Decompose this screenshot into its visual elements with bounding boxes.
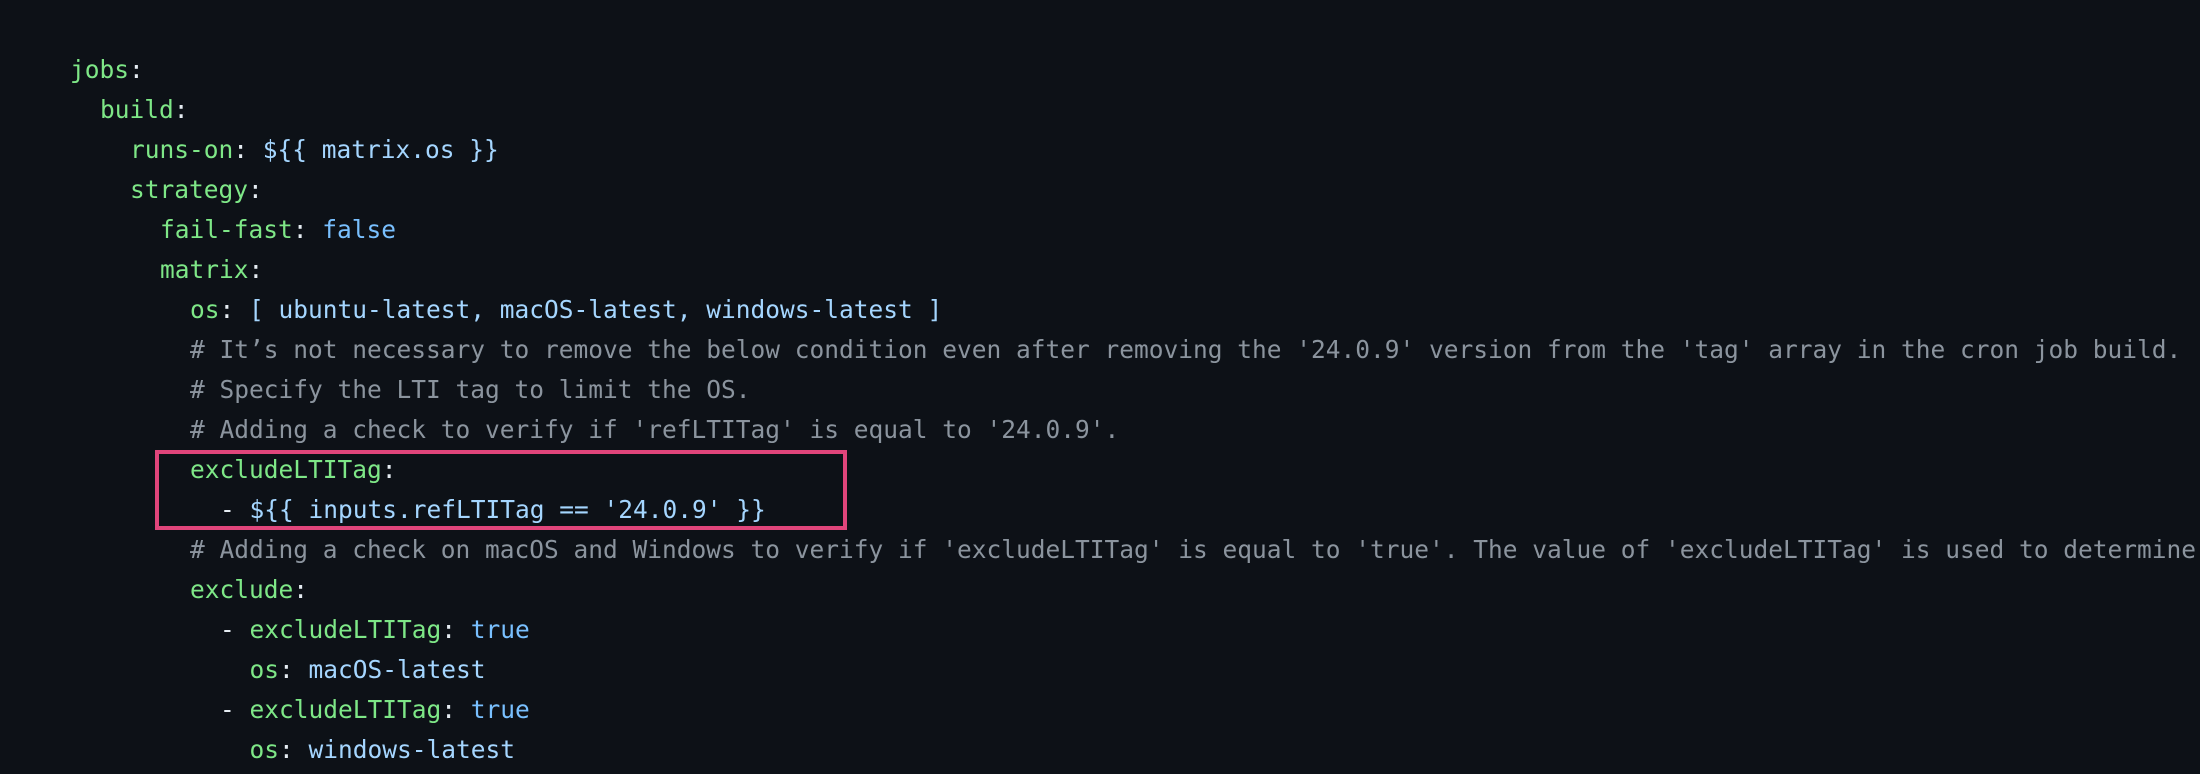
yaml-key: runs-on [130,135,234,164]
yaml-value: macOS-latest [308,655,486,684]
yaml-key: jobs [70,55,130,84]
colon: : [219,295,250,324]
colon: : [279,735,309,764]
code-comment: # Adding a check on macOS and Windows to… [70,530,2196,570]
code-line-jobs: jobs: [70,50,2196,90]
code-line-runs-on: runs-on: ${{ matrix.os }} [70,130,2196,170]
list-dash: - [220,495,250,524]
comment-text: # Specify the LTI tag to limit the OS. [190,375,751,404]
code-line-build: build: [70,90,2196,130]
list-dash: - [220,695,250,724]
colon: : [248,255,264,284]
colon: : [129,55,144,84]
yaml-key: exclude [190,575,294,604]
yaml-value: windows-latest [308,735,516,764]
colon: : [441,695,471,724]
code-comment: # Adding a check to verify if 'refLTITag… [70,410,2196,450]
yaml-key: os [249,655,280,684]
list-dash: - [220,615,250,644]
code-line-exclude-lti-tag: excludeLTITag: [70,450,2196,490]
yaml-key: os [190,295,220,324]
yaml-key: build [100,95,174,124]
code-line-exclude-item-1: - excludeLTITag: true [70,610,2196,650]
yaml-literal: true [470,615,530,644]
yaml-key: matrix [160,255,249,284]
code-line-strategy: strategy: [70,170,2196,210]
comment-text: # Adding a check on macOS and Windows to… [190,535,2197,564]
colon: : [233,135,263,164]
code-comment: # Specify the LTI tag to limit the OS. [70,370,2196,410]
yaml-value: ${{ inputs.refLTITag == '24.0.9' }} [249,495,766,524]
yaml-key: excludeLTITag [249,615,442,644]
yaml-literal: false [322,215,397,244]
yaml-literal: true [470,695,530,724]
yaml-value: [ ubuntu-latest, macOS-latest, windows-l… [249,295,943,324]
colon: : [441,615,471,644]
code-line-matrix: matrix: [70,250,2196,290]
code-line-exclude-lti-item: - ${{ inputs.refLTITag == '24.0.9' }} [70,490,2196,530]
colon: : [293,575,309,604]
code-line-fail-fast: fail-fast: false [70,210,2196,250]
yaml-value: ${{ matrix.os }} [262,135,499,164]
colon: : [292,215,323,244]
yaml-code-view: jobs: build: runs-on: ${{ matrix.os }} s… [0,0,2200,774]
colon: : [173,95,189,124]
code-comment: # It’s not necessary to remove the below… [70,330,2196,370]
code-line-exclude: exclude: [70,570,2196,610]
yaml-key: os [249,735,280,764]
code-line-exclude-item-1-os: os: macOS-latest [70,650,2196,690]
code-line-exclude-item-2: - excludeLTITag: true [70,690,2196,730]
colon: : [381,455,397,484]
yaml-key: fail-fast [160,215,293,244]
yaml-key: excludeLTITag [249,695,442,724]
code-line-exclude-item-2-os: os: windows-latest [70,730,2196,770]
colon: : [248,175,263,204]
comment-text: # It’s not necessary to remove the below… [190,335,2182,364]
comment-text: # Adding a check to verify if 'refLTITag… [190,415,1120,444]
code-line-os: os: [ ubuntu-latest, macOS-latest, windo… [70,290,2196,330]
yaml-key: excludeLTITag [190,455,382,484]
code-lines: jobs: build: runs-on: ${{ matrix.os }} s… [70,50,2196,770]
yaml-key: strategy [130,175,249,204]
colon: : [279,655,309,684]
